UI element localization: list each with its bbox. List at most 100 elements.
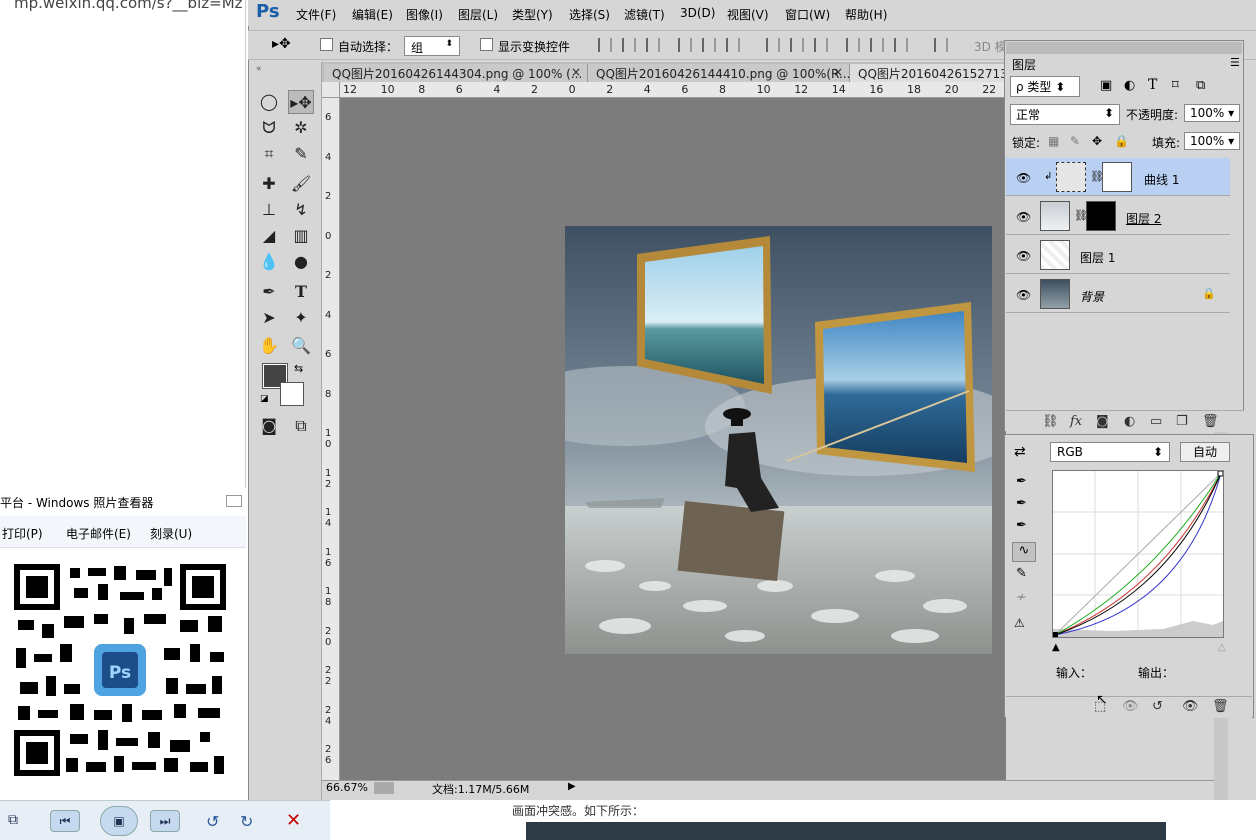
brush-tool-icon[interactable]: 🖌 [288,172,314,196]
visibility-eye-icon[interactable]: 👁 [1016,288,1031,302]
link-layers-icon[interactable]: ⛓ [1042,414,1059,429]
panel-menu-icon[interactable]: ☰ [1230,56,1240,69]
clone-stamp-icon[interactable]: ⊥ [256,198,282,222]
next-button[interactable]: ⏭ [150,810,180,832]
menu-view[interactable]: 视图(V) [727,6,769,23]
distribute-top-icon[interactable] [766,38,780,52]
menu-print[interactable]: 打印(P) [2,525,43,542]
tab-document-3-active[interactable]: QQ图片20160426152713.p [850,64,1006,82]
doc-status-icon[interactable] [374,782,394,794]
fx-icon[interactable]: fx [1070,414,1082,429]
delete-icon[interactable]: ✕ [286,810,301,831]
menu-edit[interactable]: 编辑(E) [352,6,393,23]
pencil-curve-icon[interactable]: ✎ [1016,566,1027,581]
eyedropper-tool-icon[interactable]: ✎ [288,142,314,166]
new-group-icon[interactable]: ▭ [1150,414,1162,429]
gradient-tool-icon[interactable]: ▥ [288,224,314,248]
crop-tool-icon[interactable]: ⌗ [256,142,282,166]
auto-button[interactable]: 自动 [1180,442,1230,462]
align-left-icon[interactable] [678,38,692,52]
align-right-icon[interactable] [726,38,740,52]
document-image[interactable] [565,226,992,654]
menu-burn[interactable]: 刻录(U) [150,525,192,542]
distribute-left-icon[interactable] [846,38,860,52]
visibility-eye-icon[interactable]: 👁 [1016,171,1031,185]
screen-mode-icon[interactable]: ⧉ [288,414,314,438]
rotate-left-icon[interactable]: ↺ [206,812,219,831]
eraser-tool-icon[interactable]: ◢ [256,224,282,248]
align-bottom-icon[interactable] [646,38,660,52]
align-top-icon[interactable] [598,38,612,52]
lock-position-icon[interactable]: ✥ [1092,134,1102,148]
quick-mask-icon[interactable]: ◙ [256,414,282,438]
visibility-eye-icon[interactable]: 👁 [1016,210,1031,224]
mask-thumb[interactable] [1102,162,1132,192]
delete-adjustment-icon[interactable]: 🗑 [1212,699,1229,714]
mask-thumb[interactable] [1086,201,1116,231]
pen-tool-icon[interactable]: ✒ [256,280,282,304]
menu-select[interactable]: 选择(S) [569,6,610,23]
toggle-visibility-icon[interactable]: 👁 [1182,699,1199,714]
visibility-eye-icon[interactable]: 👁 [1016,249,1031,263]
auto-select-dropdown[interactable]: 组 ⬍ [404,36,460,56]
fill-input[interactable]: 100% ▾ [1184,132,1240,150]
distribute-vcenter-icon[interactable] [790,38,804,52]
layer-name[interactable]: 曲线 1 [1144,171,1179,188]
filter-smart-icon[interactable]: ⧉ [1196,78,1205,93]
rotate-right-icon[interactable]: ↻ [240,812,253,831]
move-tool-icon-selected[interactable]: ▸✥ [288,90,314,114]
filter-adjust-icon[interactable]: ◐ [1124,78,1135,93]
layer-filter-dropdown[interactable]: ρ 类型 ⬍ [1010,76,1080,97]
channel-dropdown[interactable]: RGB ⬍ [1050,442,1170,462]
new-adjustment-icon[interactable]: ◐ [1124,414,1135,429]
menu-filter[interactable]: 滤镜(T) [624,6,665,23]
zoom-level[interactable]: 66.67% [326,781,368,794]
magic-wand-icon[interactable]: ✲ [288,116,314,140]
menu-type[interactable]: 类型(Y) [512,6,553,23]
white-point-slider-icon[interactable]: △ [1218,642,1226,653]
hand-tool-icon[interactable]: ✋ [256,334,282,358]
clipping-warning-icon[interactable]: ⚠ [1014,616,1025,630]
distribute-hcenter-icon[interactable] [870,38,884,52]
menu-help[interactable]: 帮助(H) [845,6,887,23]
curves-graph[interactable] [1052,470,1224,638]
add-mask-icon[interactable]: ◙ [1096,414,1109,429]
swap-colors-icon[interactable]: ⇆ [294,362,303,375]
previous-button[interactable]: ⏮ [50,810,80,832]
lock-transparent-icon[interactable]: ▦ [1048,134,1059,148]
auto-select-checkbox[interactable] [320,38,333,51]
sample-black-icon[interactable]: ✒ [1016,474,1027,489]
status-menu-arrow-icon[interactable]: ▶ [568,781,576,792]
menu-layer[interactable]: 图层(L) [458,6,498,23]
tab-document-2[interactable]: QQ图片20160426144410.png @ 100%(R... × [588,64,850,82]
curves-preset-icon[interactable]: ⇄ [1014,444,1026,460]
smooth-curve-icon[interactable]: ≁ [1016,590,1027,605]
blend-mode-dropdown[interactable]: 正常 ⬍ [1010,104,1120,125]
reset-icon[interactable]: ↺ [1152,699,1163,714]
path-select-icon[interactable]: ➤ [256,306,282,330]
menu-email[interactable]: 电子邮件(E) [66,525,131,542]
zoom-tool-icon[interactable]: 🔍 [288,334,314,358]
sample-gray-icon[interactable]: ✒ [1016,496,1027,511]
minimize-button[interactable] [226,495,242,507]
show-transform-checkbox[interactable] [480,38,493,51]
move-tool-icon[interactable]: ▸✥ [272,36,291,52]
type-tool-icon[interactable]: T [288,280,314,304]
opacity-input[interactable]: 100% ▾ [1184,104,1240,122]
close-icon[interactable]: × [571,65,581,79]
close-icon[interactable]: × [833,65,843,79]
menu-window[interactable]: 窗口(W) [785,6,830,23]
background-color-swatch[interactable] [280,382,304,406]
lock-all-icon[interactable]: 🔒 [1114,134,1129,148]
auto-align-icon[interactable] [934,38,948,52]
layer-name[interactable]: 图层 1 [1080,249,1115,266]
filter-shape-icon[interactable]: ⌑ [1172,78,1179,93]
default-colors-icon[interactable]: ◪ [260,394,269,404]
filter-type-icon[interactable]: T [1148,77,1157,93]
layers-panel-header[interactable] [1006,42,1242,54]
dodge-tool-icon[interactable]: ● [288,250,314,274]
sample-white-icon[interactable]: ✒ [1016,518,1027,533]
curve-point-icon[interactable]: ∿ [1012,542,1036,562]
align-hcenter-icon[interactable] [702,38,716,52]
menu-file[interactable]: 文件(F) [296,6,336,23]
